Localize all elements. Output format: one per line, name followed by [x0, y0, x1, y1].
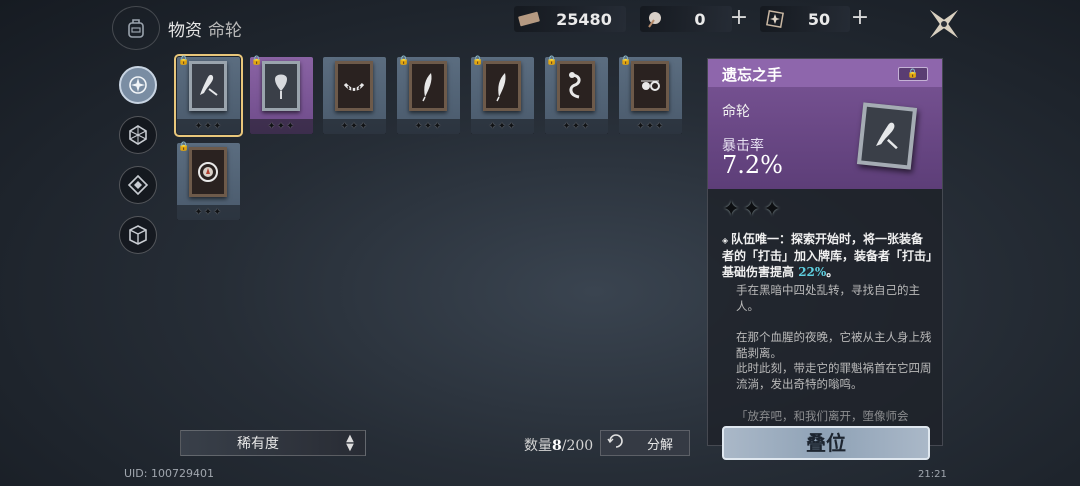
- card-stars: ✦✦✦: [471, 119, 534, 134]
- lock-icon: 🔒: [620, 56, 632, 66]
- ink-pen-icon: [642, 8, 668, 30]
- decompose-button[interactable]: 分解: [600, 430, 690, 456]
- smile-icon: [335, 61, 373, 111]
- rarity-sort-dropdown[interactable]: 稀有度 ▲ ▼: [180, 430, 366, 456]
- lore-text: 在那个血腥的夜晚，它被从主人身上残酷剥离。: [736, 330, 932, 360]
- backpack-icon[interactable]: [112, 6, 160, 50]
- currency-star-card: 50: [760, 6, 850, 32]
- lock-icon: 🔒: [472, 56, 484, 66]
- ticket-icon: [516, 8, 542, 30]
- bullet-icon: ◈: [722, 235, 731, 245]
- rose-icon: [262, 61, 300, 111]
- lock-icon: 🔒: [178, 142, 190, 152]
- lore-text: 此时此刻，带走它的罪魁祸首在它四周流淌，发出奇特的嗡鸣。: [736, 361, 932, 391]
- compass-wheel-icon: [129, 76, 147, 94]
- lock-icon: 🔒: [546, 56, 558, 66]
- decompose-icon: [601, 433, 631, 453]
- lock-icon: 🔒: [251, 56, 263, 66]
- detail-header: 遗忘之手 🔒 命轮 暴击率 7.2%: [708, 59, 942, 189]
- nav-box[interactable]: [119, 216, 157, 254]
- lock-icon: 🔒: [398, 56, 410, 66]
- feather-icon: [483, 61, 521, 111]
- lore-text: 「放弃吧，和我们离开，堕像师会: [736, 409, 909, 423]
- item-name: 遗忘之手: [722, 66, 783, 84]
- lore-text: 手在黑暗中四处乱转，寻找自己的主人。: [736, 283, 920, 313]
- card-item[interactable]: 🔒 ✦✦✦: [471, 56, 534, 134]
- user-id: UID: 100729401: [124, 467, 214, 480]
- card-stars: ✦✦✦: [619, 119, 682, 134]
- card-item[interactable]: 🔒 ✦✦✦: [545, 56, 608, 134]
- effect-text: ◈ 队伍唯一：探索开始时，将一张装备者的「打击」加入牌库，装备者「打击」基础伤害…: [722, 231, 934, 280]
- card-item[interactable]: ✦✦✦: [323, 57, 386, 134]
- diamond-emblem-icon: [127, 174, 149, 196]
- coin-icon: [189, 147, 227, 197]
- add-ink-button[interactable]: +: [728, 7, 750, 30]
- count-prefix: 数量: [524, 438, 552, 454]
- add-star-card-button[interactable]: +: [849, 7, 871, 30]
- card-stars: ✦✦✦: [177, 119, 240, 134]
- count-total: /200: [561, 438, 594, 454]
- card-item[interactable]: 🔒 ✦✦✦: [619, 56, 682, 134]
- stat-value: 7.2%: [722, 151, 783, 179]
- item-count: 数量8/200: [524, 435, 593, 455]
- item-type: 命轮: [722, 104, 750, 120]
- card-item[interactable]: 🔒 ✦✦✦: [250, 56, 313, 134]
- serpent-icon: [557, 61, 595, 111]
- page-subtitle: 命轮: [208, 21, 242, 41]
- currency-value: 25480: [556, 9, 612, 29]
- crystal-icon: [129, 125, 147, 145]
- compass-star-icon[interactable]: [920, 2, 968, 46]
- bag-icon: [128, 19, 144, 38]
- mask-icon: [631, 61, 669, 111]
- card-stars: ✦✦✦: [250, 119, 313, 134]
- card-item[interactable]: 🔒 ✦✦✦: [397, 56, 460, 134]
- feather-icon: [409, 61, 447, 111]
- lock-toggle-button[interactable]: 🔒: [898, 67, 928, 81]
- decompose-label: 分解: [646, 437, 673, 453]
- star-card-icon: [762, 8, 788, 30]
- nav-wheel[interactable]: [119, 66, 157, 104]
- card-item[interactable]: 🔒 ✦✦✦: [174, 54, 243, 137]
- lock-icon: 🔒: [178, 56, 190, 66]
- currency-value: 0: [694, 9, 706, 29]
- card-stars: ✦✦✦: [397, 119, 460, 134]
- card-stars: ✦✦✦: [177, 205, 240, 220]
- detail-panel: 遗忘之手 🔒 命轮 暴击率 7.2% ✦✦✦ ◈ 队伍唯一：探索开始时，将一张装…: [707, 58, 943, 446]
- effect-suffix: 。: [826, 265, 839, 279]
- currency-ticket: 25480: [514, 6, 626, 32]
- effect-highlight: 22%: [798, 265, 827, 279]
- cube-icon: [129, 225, 147, 245]
- sort-label: 稀有度: [237, 436, 279, 452]
- nav-diamond[interactable]: [119, 166, 157, 204]
- rarity-stars: ✦✦✦: [722, 197, 784, 222]
- stack-button[interactable]: 叠位: [722, 426, 930, 460]
- card-stars: ✦✦✦: [545, 119, 608, 134]
- sort-arrows-icon: ▲ ▼: [346, 433, 354, 453]
- hand-icon: [189, 61, 227, 111]
- currency-value: 50: [807, 9, 831, 29]
- clock: 21:21: [918, 469, 947, 480]
- currency-ink: 0: [640, 6, 732, 32]
- nav-crystal[interactable]: [119, 116, 157, 154]
- page-title: 物资: [168, 21, 202, 41]
- card-stars: ✦✦✦: [323, 119, 386, 134]
- hand-icon: [856, 102, 918, 170]
- card-item[interactable]: 🔒 ✦✦✦: [177, 142, 240, 220]
- count-current: 8: [552, 438, 562, 454]
